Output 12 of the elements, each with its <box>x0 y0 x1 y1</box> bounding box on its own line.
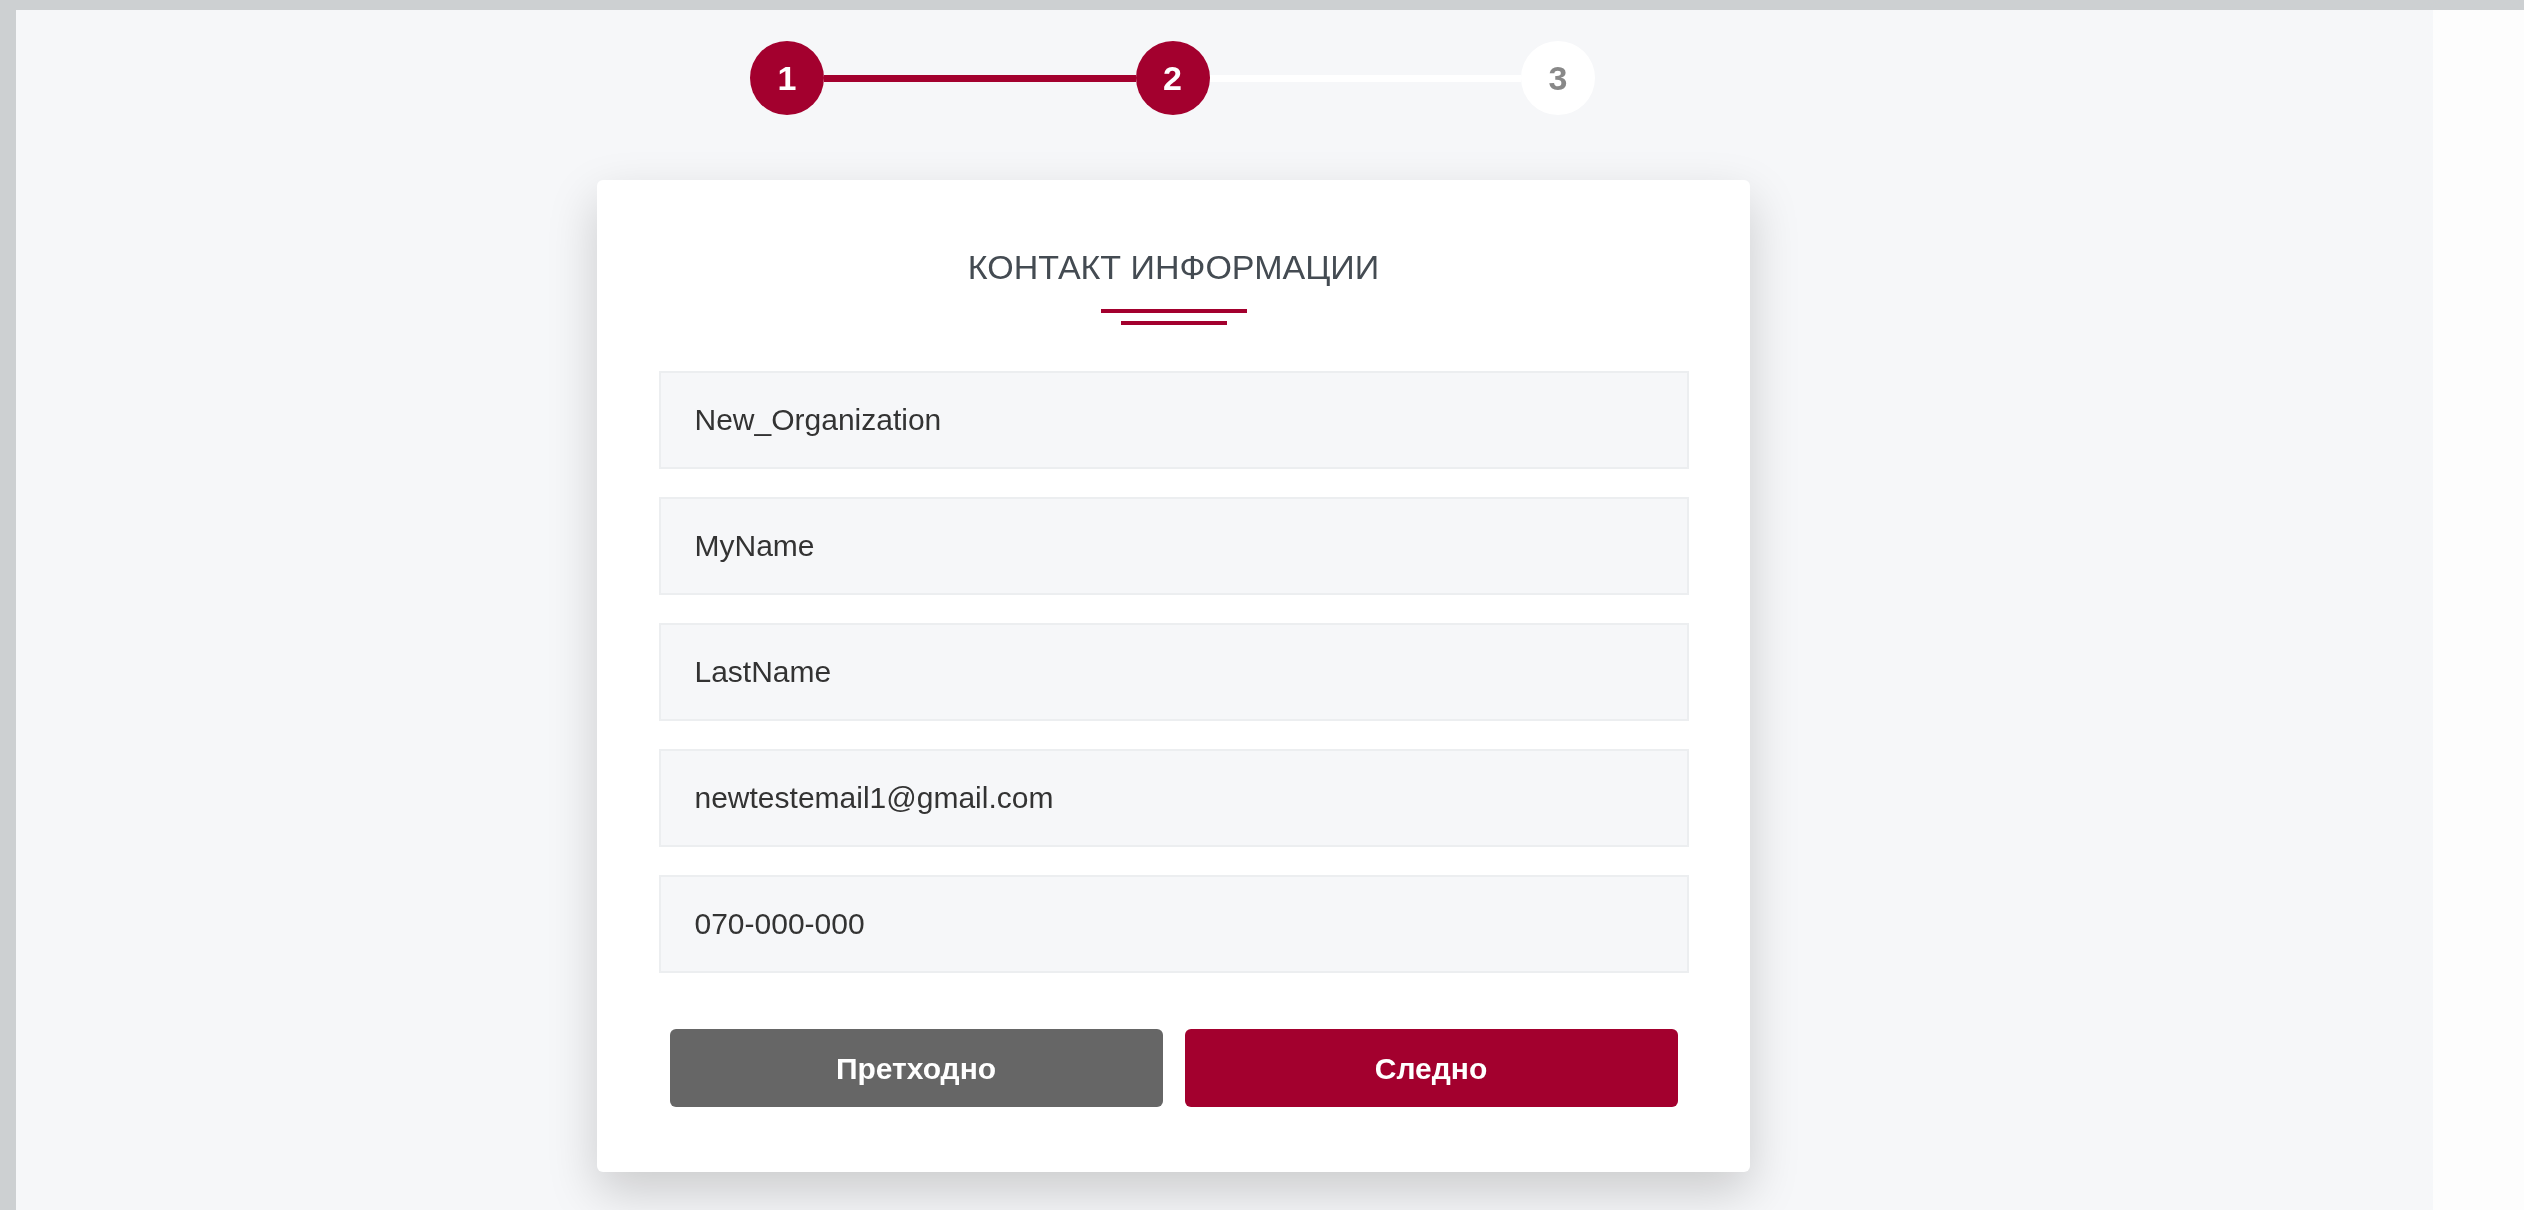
input-field[interactable]: LastName <box>658 623 1689 721</box>
input-field[interactable]: 070-000-000 <box>658 875 1689 973</box>
card-title: КОНТАКТ ИНФОРМАЦИИ <box>967 247 1380 288</box>
input-field[interactable]: New_Organization <box>658 371 1689 469</box>
next-button[interactable]: Следно <box>1184 1029 1678 1107</box>
input-field[interactable]: MyName <box>658 497 1689 595</box>
step-indicator: 2 <box>1135 41 1210 115</box>
input-field[interactable]: newtestemail1@gmail.com <box>658 749 1689 847</box>
title-underline-icon <box>1100 309 1247 325</box>
previous-button[interactable]: Претходно <box>669 1029 1163 1107</box>
step-indicator: 1 <box>750 41 824 115</box>
step-indicator: 3 <box>1521 41 1595 115</box>
